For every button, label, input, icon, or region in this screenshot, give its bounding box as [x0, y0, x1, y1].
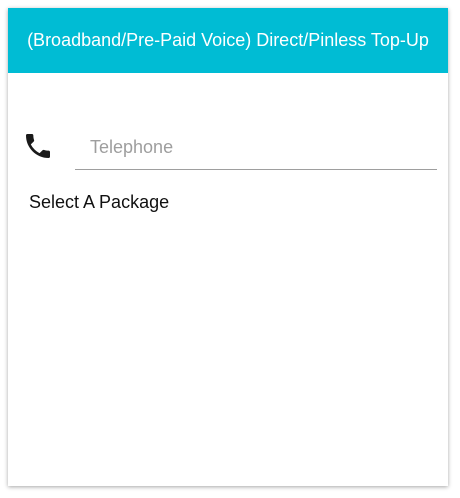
- top-up-card: (Broadband/Pre-Paid Voice) Direct/Pinles…: [8, 8, 448, 486]
- telephone-row: [8, 120, 448, 176]
- select-package-label: Select A Package: [29, 192, 170, 212]
- telephone-input[interactable]: [75, 126, 437, 170]
- phone-icon: [22, 130, 54, 162]
- card-header: (Broadband/Pre-Paid Voice) Direct/Pinles…: [8, 8, 448, 73]
- card-title: (Broadband/Pre-Paid Voice) Direct/Pinles…: [27, 30, 429, 50]
